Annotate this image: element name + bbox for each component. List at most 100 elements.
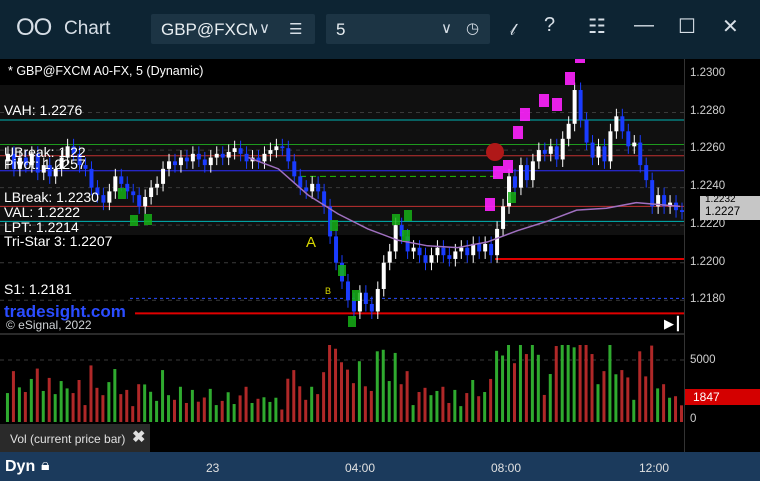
symbol-input[interactable]: GBP@FXCM ∨ ☰: [151, 14, 315, 44]
volume-bar: [453, 389, 457, 422]
candle-body: [387, 251, 392, 263]
copyright-text: © eSignal, 2022: [6, 318, 92, 332]
volume-bar: [566, 345, 570, 422]
volume-bar: [459, 406, 463, 422]
candle-body: [423, 255, 428, 263]
candle-body: [530, 161, 535, 181]
price-chart-area[interactable]: [0, 59, 760, 459]
volume-bar: [196, 401, 200, 422]
volume-bar: [95, 387, 99, 422]
candle-body: [184, 157, 189, 162]
volume-bar: [668, 397, 672, 422]
magenta-counter: [539, 94, 549, 107]
counter-marker: [404, 210, 412, 221]
magenta-counter: [513, 126, 523, 139]
candle-body: [512, 176, 517, 188]
interval-input[interactable]: 5 ∨ ◷: [326, 14, 490, 44]
level-pivot: Pivot: 1.2257: [4, 156, 86, 172]
candle-body: [149, 187, 154, 197]
candle-body: [238, 148, 243, 154]
volume-bar: [131, 406, 135, 422]
volume-bar: [596, 384, 600, 422]
candle-body: [483, 243, 488, 252]
candle-body: [101, 195, 106, 203]
volume-bar: [578, 345, 582, 422]
list-icon[interactable]: ☰: [289, 20, 302, 38]
volume-bar: [495, 350, 499, 422]
help-icon[interactable]: ?: [544, 14, 555, 37]
maximize-icon[interactable]: ☐: [678, 14, 696, 39]
candle-body: [131, 191, 136, 196]
volume-bar: [286, 378, 290, 422]
candle-body: [155, 183, 160, 188]
pen-icon[interactable]: 𝓁: [510, 22, 515, 40]
candle-body: [119, 176, 124, 184]
candle-body: [638, 142, 643, 166]
level-val: VAL: 1.2222: [4, 204, 81, 220]
price-chart-svg[interactable]: [0, 59, 760, 459]
counter-marker: [392, 214, 400, 225]
volume-bar: [256, 398, 260, 422]
volume-bar: [155, 400, 159, 422]
candle-body: [232, 148, 237, 152]
chevron-down-icon[interactable]: ∨: [259, 19, 270, 37]
dynamic-mode-toggle[interactable]: Dyn: [5, 458, 35, 476]
candle-body: [435, 247, 440, 256]
minimize-icon[interactable]: —: [634, 14, 654, 37]
candle-body: [143, 197, 148, 207]
volume-bar: [220, 400, 224, 422]
volume-bar: [143, 384, 147, 422]
volume-bar: [447, 402, 451, 422]
volume-bar: [393, 352, 397, 422]
candle-body: [226, 151, 231, 158]
volume-bar: [405, 371, 409, 422]
volume-bar: [113, 369, 117, 422]
counter-marker: [508, 192, 516, 203]
volume-bar: [560, 345, 564, 422]
close-icon[interactable]: ✖: [132, 427, 145, 447]
candle-body: [548, 146, 553, 154]
volume-bar: [387, 381, 391, 422]
volume-bar: [184, 402, 188, 422]
last-price-value: 1.2227: [705, 206, 741, 218]
candle-body: [620, 116, 625, 132]
volume-bar: [626, 377, 630, 422]
chevron-down-icon[interactable]: ∨: [441, 19, 452, 37]
volume-bar: [149, 391, 153, 422]
candle-body: [113, 176, 118, 192]
candle-body: [292, 161, 297, 177]
candle-body: [304, 187, 309, 192]
volume-tick: 0: [690, 413, 697, 425]
level-vah: VAH: 1.2276: [4, 102, 83, 118]
volume-bar: [584, 345, 588, 422]
scroll-to-end-icon[interactable]: ▶┃: [664, 316, 682, 332]
volume-bar: [375, 351, 379, 422]
volume-bar: [328, 345, 332, 422]
counter-marker: [338, 265, 346, 276]
volume-legend: Vol (current price bar) ✖: [0, 424, 150, 452]
volume-bar: [614, 374, 618, 422]
clock-icon[interactable]: ◷: [466, 19, 479, 37]
volume-bar: [471, 380, 475, 422]
candle-body: [161, 168, 166, 184]
lock-icon[interactable]: 🔒︎: [41, 457, 50, 475]
candle-body: [172, 161, 177, 166]
interval-value[interactable]: 5: [336, 20, 345, 40]
candle-body: [369, 303, 374, 312]
volume-bar: [554, 346, 558, 422]
window-title: Chart: [64, 18, 111, 39]
volume-bar: [238, 395, 242, 422]
candle-body: [572, 90, 577, 124]
magenta-counter: [520, 108, 530, 121]
time-axis[interactable]: Dyn 🔒︎ 23 04:00 08:00 12:00: [0, 452, 760, 481]
symbol-value[interactable]: GBP@FXCM: [161, 20, 257, 40]
candle-body: [614, 116, 619, 132]
volume-bar: [274, 397, 278, 422]
close-icon[interactable]: ✕: [722, 14, 739, 39]
candle-body: [590, 142, 595, 158]
level-lbreak: LBreak: 1.2230: [4, 189, 99, 205]
template-icon[interactable]: ☷: [588, 14, 606, 39]
app-logo-icon: OO: [16, 14, 52, 41]
candle-body: [208, 157, 213, 166]
candle-body: [459, 247, 464, 252]
